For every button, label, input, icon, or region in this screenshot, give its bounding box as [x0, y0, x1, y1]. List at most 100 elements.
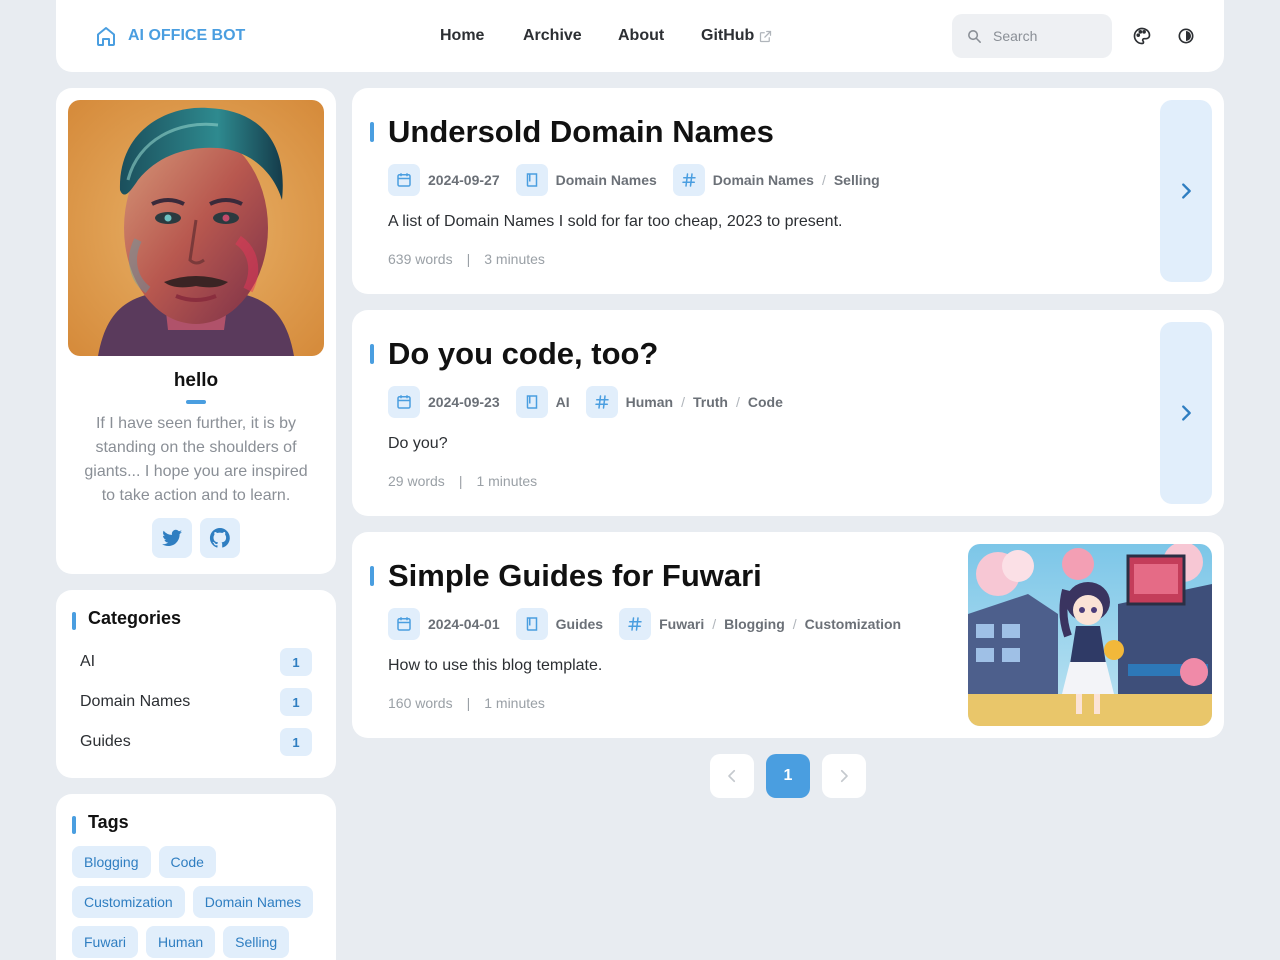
- nav-github[interactable]: GitHub: [701, 24, 773, 48]
- profile-card: hello If I have seen further, it is by s…: [56, 88, 336, 574]
- post-date: 2024-09-23: [428, 394, 500, 410]
- calendar-icon: [388, 164, 420, 196]
- nav-archive[interactable]: Archive: [523, 24, 582, 48]
- hash-icon: [585, 386, 618, 418]
- category-count: 1: [280, 688, 312, 716]
- categories-card: Categories AI 1 Domain Names 1 Guides 1: [56, 590, 336, 778]
- post-category[interactable]: Domain Names: [556, 172, 657, 188]
- external-link-icon: [760, 30, 772, 42]
- tag-item[interactable]: Domain Names: [192, 886, 314, 918]
- github-button[interactable]: [200, 518, 240, 558]
- search-input[interactable]: [993, 28, 1093, 44]
- tag-item[interactable]: Blogging: [72, 846, 151, 878]
- profile-name: hello: [173, 370, 219, 391]
- section-accent-bar: [72, 816, 76, 834]
- tag-item[interactable]: Fuwari: [72, 926, 139, 958]
- post-tag[interactable]: Human: [626, 394, 673, 410]
- github-icon: [209, 527, 230, 548]
- post-word-count: 639 words: [388, 251, 453, 267]
- tags-title: Tags: [88, 812, 129, 832]
- post-stats: 29 words | 1 minutes: [388, 473, 538, 489]
- post-tag[interactable]: Selling: [834, 172, 880, 188]
- book-icon: [515, 164, 548, 196]
- calendar-icon: [388, 608, 420, 640]
- tag-item[interactable]: Code: [158, 846, 216, 878]
- post-tag[interactable]: Customization: [805, 616, 901, 632]
- pagination-next-button[interactable]: [822, 754, 866, 798]
- nav-home[interactable]: Home: [440, 24, 484, 48]
- post-open-button[interactable]: [1160, 100, 1212, 282]
- post-accent-bar: [370, 344, 374, 364]
- post-tag[interactable]: Truth: [693, 394, 728, 410]
- post-category[interactable]: AI: [556, 394, 570, 410]
- post-title[interactable]: Undersold Domain Names: [388, 114, 774, 150]
- tag-item[interactable]: Customization: [72, 886, 185, 918]
- post-accent-bar: [370, 122, 374, 142]
- post-tag[interactable]: Fuwari: [659, 616, 704, 632]
- post-read-time: 1 minutes: [476, 473, 538, 489]
- post-word-count: 29 words: [388, 473, 445, 489]
- profile-bio: If I have seen further, it is by standin…: [84, 415, 308, 504]
- post-stats: 160 words | 1 minutes: [388, 695, 545, 711]
- chevron-right-icon: [1182, 183, 1191, 199]
- chevron-right-icon: [840, 769, 848, 783]
- hash-icon: [619, 608, 652, 640]
- post-date: 2024-09-27: [428, 172, 500, 188]
- section-accent-bar: [72, 612, 76, 630]
- palette-button[interactable]: [1128, 22, 1156, 50]
- post-tag[interactable]: Code: [748, 394, 783, 410]
- brand-link[interactable]: AI OFFICE BOT: [94, 22, 245, 50]
- post-meta: 2024-09-23 AI Human / Truth / Code: [388, 386, 783, 418]
- pagination-current-page[interactable]: 1: [766, 754, 810, 798]
- post-description: Do you?: [388, 435, 448, 452]
- theme-toggle-button[interactable]: [1172, 22, 1200, 50]
- post-meta: 2024-04-01 Guides Fuwari / Blogging / Cu…: [388, 608, 901, 640]
- post-date: 2024-04-01: [428, 616, 500, 632]
- category-label: AI: [80, 653, 96, 670]
- category-item[interactable]: Guides 1: [80, 728, 312, 756]
- navbar: AI OFFICE BOT Home Archive About GitHub: [56, 0, 1224, 72]
- anime-street-illustration: [968, 544, 1212, 726]
- search-box[interactable]: [952, 14, 1112, 58]
- categories-title: Categories: [88, 608, 182, 628]
- post-stats: 639 words | 3 minutes: [388, 251, 545, 267]
- category-count: 1: [280, 648, 312, 676]
- post-title[interactable]: Do you code, too?: [388, 336, 658, 372]
- calendar-icon: [388, 386, 420, 418]
- profile-name-underline: [186, 400, 206, 404]
- post-read-time: 3 minutes: [484, 251, 545, 267]
- post-title[interactable]: Simple Guides for Fuwari: [388, 558, 762, 594]
- avatar-portrait-image: [68, 100, 324, 356]
- tag-item[interactable]: Selling: [223, 926, 290, 958]
- search-icon: [968, 29, 981, 43]
- nav-github-label: GitHub: [701, 27, 755, 44]
- tags-card: Tags Blogging Code Customization Domain …: [56, 794, 336, 960]
- pagination-prev-button[interactable]: [710, 754, 754, 798]
- category-label: Guides: [80, 733, 131, 750]
- post-cover-image[interactable]: [968, 544, 1212, 726]
- book-icon: [515, 608, 548, 640]
- post-card: Undersold Domain Names 2024-09-27 Domain…: [352, 88, 1224, 294]
- avatar: [68, 100, 324, 356]
- hash-icon: [672, 164, 705, 196]
- tag-list: Blogging Code Customization Domain Names…: [72, 846, 324, 958]
- twitter-icon: [162, 529, 182, 546]
- contrast-icon: [1178, 28, 1194, 44]
- post-category[interactable]: Guides: [556, 616, 603, 632]
- post-tag[interactable]: Domain Names: [713, 172, 814, 188]
- post-card: Simple Guides for Fuwari 2024-04-01 Guid…: [352, 532, 1224, 738]
- post-accent-bar: [370, 566, 374, 586]
- post-description: How to use this blog template.: [388, 657, 603, 674]
- post-open-button[interactable]: [1160, 322, 1212, 504]
- brand-name: AI OFFICE BOT: [128, 27, 246, 44]
- category-label: Domain Names: [80, 693, 191, 710]
- category-item[interactable]: Domain Names 1: [80, 688, 312, 716]
- nav-about[interactable]: About: [618, 24, 664, 48]
- post-tag[interactable]: Blogging: [724, 616, 785, 632]
- twitter-button[interactable]: [152, 518, 192, 558]
- home-icon: [97, 27, 115, 46]
- post-word-count: 160 words: [388, 695, 453, 711]
- tag-item[interactable]: Human: [146, 926, 216, 958]
- chevron-right-icon: [1182, 405, 1191, 421]
- category-item[interactable]: AI 1: [80, 648, 312, 676]
